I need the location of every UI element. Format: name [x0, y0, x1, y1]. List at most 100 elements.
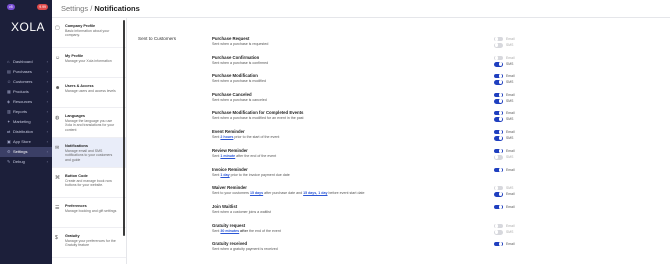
email-toggle-switch[interactable]: [494, 73, 503, 79]
menu-item-description: Manage booking and gift settings: [65, 209, 117, 213]
email-toggle-switch[interactable]: [494, 36, 503, 42]
description-text: after purchase date and: [263, 190, 304, 195]
description-text: Sent to your customers: [212, 190, 250, 195]
description-text: Sent when a purchase is modified: [212, 78, 266, 83]
gratuity-icon: $: [55, 235, 58, 241]
sms-toggle-switch[interactable]: [494, 79, 503, 85]
toggle-label: Email: [506, 92, 515, 97]
sidebar-item-debug[interactable]: ✎ Debug ›: [0, 157, 52, 167]
sidebar-item-settings[interactable]: ⚙ Settings ›: [0, 146, 52, 157]
sms-toggle-switch[interactable]: [494, 185, 503, 191]
settings-menu-scrollbar[interactable]: [123, 20, 125, 236]
email-toggle-switch[interactable]: [494, 129, 503, 135]
sidebar-item-resources[interactable]: ◈ Resources ›: [0, 96, 52, 106]
sms-toggle-switch[interactable]: [494, 61, 503, 67]
toggle-label: SMS: [506, 99, 514, 104]
toggle-sms: SMS: [494, 98, 554, 104]
email-toggle-switch[interactable]: [494, 92, 503, 98]
toggle-label: SMS: [506, 80, 514, 85]
email-toggle-switch[interactable]: [494, 223, 503, 229]
toggle-email: Email: [494, 204, 554, 210]
toggle-label: Email: [506, 73, 515, 78]
toggle-email: Email: [494, 241, 554, 247]
toggle-label: Email: [506, 241, 515, 246]
email-toggle-switch[interactable]: [494, 110, 503, 116]
sms-toggle-switch[interactable]: [494, 135, 503, 141]
sms-toggle-switch[interactable]: [494, 98, 503, 104]
notification-toggles: Email SMS: [494, 223, 554, 236]
settings-menu-item-users-access[interactable]: ☻ Users & Access Manage users and access l…: [52, 78, 126, 108]
button-code-icon: ⌘: [55, 175, 60, 181]
toggle-email: Email: [494, 36, 554, 42]
page-title: Notifications: [94, 4, 140, 13]
toggle-label: SMS: [506, 155, 514, 160]
toggle-email: Email: [494, 167, 554, 173]
notification-toggles: Email SMS: [494, 36, 554, 49]
toggle-sms: SMS: [494, 61, 554, 67]
chevron-right-icon: ›: [46, 159, 48, 165]
toggle-label: Email: [506, 204, 515, 209]
notification-toggles: Email SMS: [494, 55, 554, 68]
settings-menu-item-gratuity[interactable]: $ Gratuity Manage your preferences for the…: [52, 228, 126, 258]
toggle-label: Email: [506, 223, 515, 228]
timing-link[interactable]: 2 hours: [220, 135, 233, 139]
settings-menu-item-languages[interactable]: ◍ Languages Manage the language you use Xo…: [52, 108, 126, 138]
email-toggle-switch[interactable]: [494, 55, 503, 61]
sms-toggle-switch[interactable]: [494, 154, 503, 160]
version-badge[interactable]: v5: [7, 4, 15, 10]
settings-menu-item-preferences[interactable]: ☰ Preferences Manage booking and gift sett…: [52, 198, 126, 228]
sms-toggle-switch[interactable]: [494, 42, 503, 48]
notification-toggles: SMS Email: [494, 185, 554, 198]
sidebar-item-label: Reports: [13, 109, 28, 115]
sidebar-item-label: App Store: [13, 139, 31, 145]
xola-logo[interactable]: XOLA: [0, 12, 52, 48]
sidebar-item-label: Products: [13, 88, 29, 94]
toggle-sms: SMS: [494, 79, 554, 85]
settings-menu-item-notifications[interactable]: ✉ Notifications Manage email and SMS notif…: [52, 138, 126, 168]
menu-item-description: Manage email and SMS notifications to yo…: [65, 149, 113, 162]
toggle-email: Email: [494, 110, 554, 116]
section-title: Sent to Customers: [138, 36, 177, 41]
timing-link[interactable]: 1 day: [220, 173, 229, 177]
sidebar-item-dashboard[interactable]: ⌂ Dashboard ›: [0, 56, 52, 66]
sms-toggle-switch[interactable]: [494, 229, 503, 235]
main-sidebar: v5 9.99 XOLA ⌂ Dashboard › ▤ Purchases › ☺ Cust…: [0, 0, 52, 264]
sidebar-item-reports[interactable]: ▥ Reports ›: [0, 106, 52, 116]
sidebar-item-distribution[interactable]: ⇄ Distribution ›: [0, 127, 52, 137]
email-toggle-switch[interactable]: [494, 204, 503, 210]
email-toggle-switch[interactable]: [494, 148, 503, 154]
sidebar-item-customers[interactable]: ☺ Customers ›: [0, 76, 52, 86]
balance-badge[interactable]: 9.99: [37, 4, 48, 10]
timing-link[interactable]: 1 minute: [220, 154, 235, 158]
email-toggle-switch[interactable]: [494, 167, 503, 173]
chevron-right-icon: ›: [46, 139, 48, 145]
toggle-sms: SMS: [494, 154, 554, 160]
timing-link[interactable]: 30 minutes: [220, 229, 239, 233]
languages-icon: ◍: [55, 115, 60, 121]
sidebar-item-label: Purchases: [13, 68, 32, 74]
notification-toggles: Email: [494, 167, 554, 173]
sidebar-item-purchases[interactable]: ▤ Purchases ›: [0, 66, 52, 76]
breadcrumb-parent[interactable]: Settings: [61, 4, 88, 13]
toggle-email: Email: [494, 223, 554, 229]
toggle-label: Email: [506, 192, 515, 197]
sidebar-item-products[interactable]: ▦ Products ›: [0, 86, 52, 96]
description-text: Sent when a purchase is requested: [212, 41, 269, 46]
timing-link[interactable]: 15 days: [250, 191, 263, 195]
settings-menu-item-button-code[interactable]: ⌘ Button Code Create and manage book now b…: [52, 168, 126, 198]
sidebar-item-app-store[interactable]: ▣ App Store ›: [0, 137, 52, 147]
chevron-right-icon: ›: [46, 78, 48, 84]
sidebar-item-marketing[interactable]: ✦ Marketing ›: [0, 117, 52, 127]
email-toggle-switch[interactable]: [494, 241, 503, 247]
notifications-icon: ✉: [55, 145, 60, 151]
description-text: Sent when a purchase is confirmed: [212, 60, 269, 65]
chevron-right-icon: ›: [46, 149, 48, 155]
timing-link[interactable]: 15 days, 1 day: [303, 191, 327, 195]
description-text: prior to the start of the event: [233, 134, 280, 139]
toggle-label: SMS: [506, 43, 514, 48]
sms-toggle-switch[interactable]: [494, 116, 503, 122]
settings-menu-item-my-profile[interactable]: ☺ My Profile Manage your Xola information: [52, 48, 126, 78]
notifications-panel: Sent to Customers Purchase Request Sent w…: [127, 18, 670, 264]
email-toggle-switch[interactable]: [494, 191, 503, 197]
settings-menu-item-company-profile[interactable]: ▢ Company Profile Basic information about …: [52, 18, 126, 48]
